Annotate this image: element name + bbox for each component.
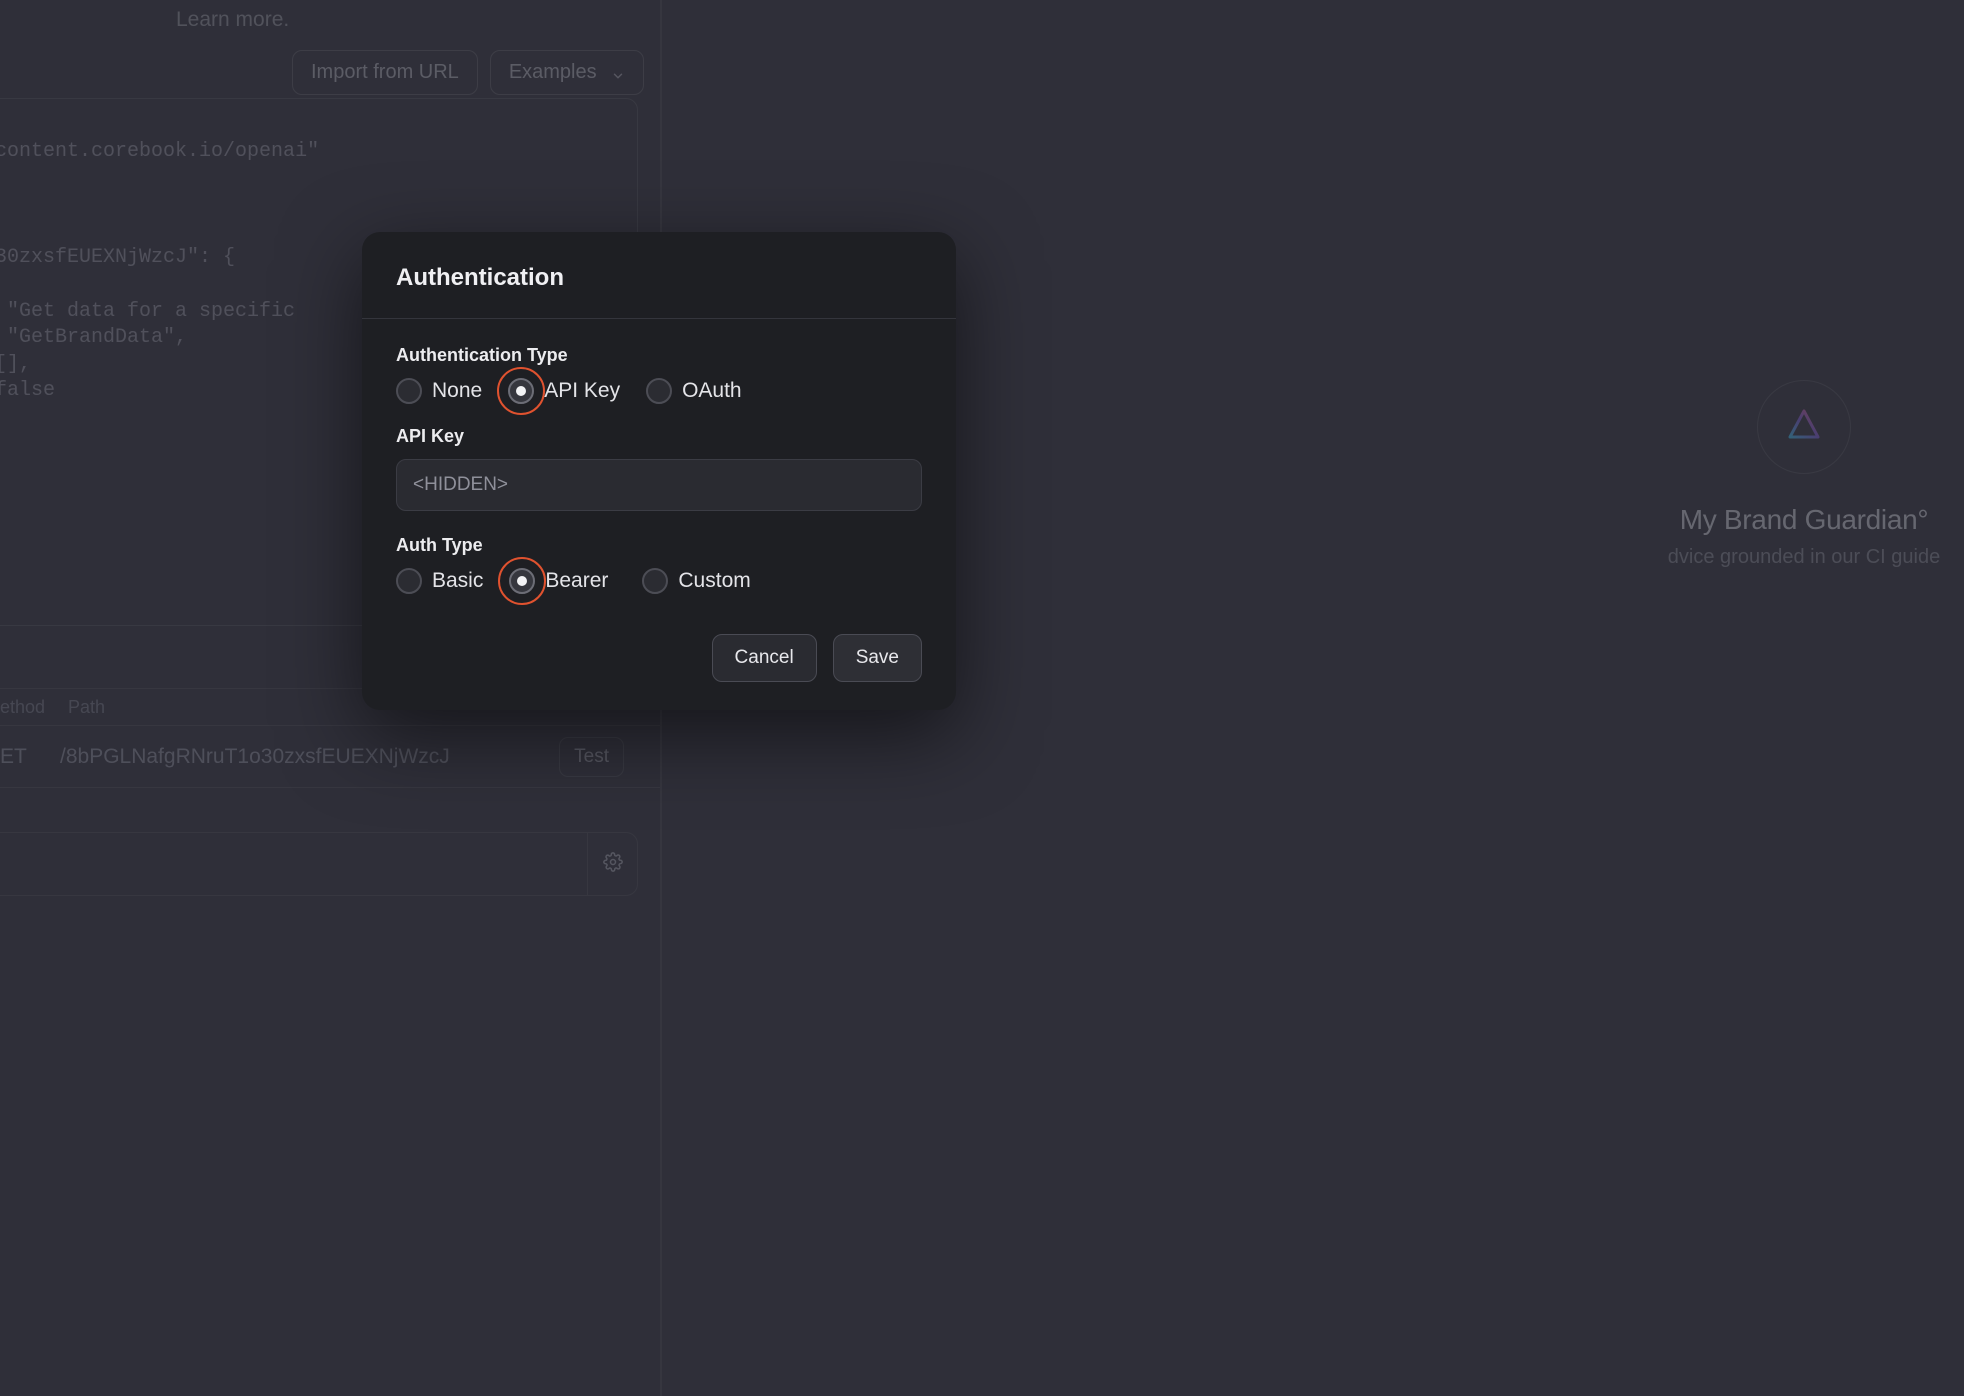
col-path: Path bbox=[60, 697, 105, 718]
lower-input-box[interactable] bbox=[0, 832, 638, 896]
api-key-input[interactable] bbox=[396, 459, 922, 511]
table-row: ET /8bPGLNafgRNruT1o30zxsfEUEXNjWzcJ Tes… bbox=[0, 726, 660, 788]
brand-subtitle: dvice grounded in our CI guide bbox=[1668, 546, 1940, 569]
save-button[interactable]: Save bbox=[833, 634, 922, 682]
settings-button[interactable] bbox=[587, 833, 637, 895]
authentication-type-group: None API Key OAuth bbox=[396, 378, 922, 404]
cancel-button[interactable]: Cancel bbox=[712, 634, 817, 682]
radio-none-label: None bbox=[432, 379, 482, 403]
modal-header: Authentication bbox=[362, 232, 956, 319]
brand-title: My Brand Guardian° bbox=[1680, 504, 1929, 536]
triangle-icon bbox=[1784, 405, 1824, 450]
radio-custom[interactable]: Custom bbox=[642, 568, 750, 594]
col-method: ethod bbox=[0, 697, 60, 718]
modal-footer: Cancel Save bbox=[362, 616, 956, 710]
radio-oauth-label: OAuth bbox=[682, 379, 742, 403]
modal-body: Authentication Type None API Key OAuth A… bbox=[362, 319, 956, 594]
auth-subtype-label: Auth Type bbox=[396, 535, 922, 556]
radio-custom-label: Custom bbox=[678, 569, 750, 593]
learn-more-link[interactable]: Learn more. bbox=[176, 8, 289, 32]
chevron-down-icon bbox=[611, 66, 625, 80]
radio-api-key[interactable]: API Key bbox=[508, 378, 620, 404]
import-from-url-label: Import from URL bbox=[311, 61, 459, 84]
brand-logo bbox=[1757, 380, 1851, 474]
authentication-modal: Authentication Authentication Type None … bbox=[362, 232, 956, 710]
radio-bearer-label: Bearer bbox=[545, 569, 608, 593]
auth-subtype-group: Basic Bearer Custom bbox=[396, 568, 922, 594]
gear-icon bbox=[603, 852, 623, 877]
top-button-row: Import from URL Examples bbox=[292, 50, 644, 95]
test-button[interactable]: Test bbox=[559, 737, 624, 777]
radio-api-key-label: API Key bbox=[544, 379, 620, 403]
radio-oauth[interactable]: OAuth bbox=[646, 378, 742, 404]
brand-preview-panel: My Brand Guardian° dvice grounded in our… bbox=[1624, 380, 1964, 569]
authentication-type-label: Authentication Type bbox=[396, 345, 922, 366]
radio-basic-label: Basic bbox=[432, 569, 483, 593]
background-page: Learn more. Import from URL Examples ttp… bbox=[0, 0, 1964, 1396]
cell-method: ET bbox=[0, 745, 60, 769]
examples-label: Examples bbox=[509, 61, 597, 84]
radio-basic[interactable]: Basic bbox=[396, 568, 483, 594]
radio-bearer[interactable]: Bearer bbox=[509, 568, 608, 594]
import-from-url-button[interactable]: Import from URL bbox=[292, 50, 478, 95]
cell-path: /8bPGLNafgRNruT1o30zxsfEUEXNjWzcJ bbox=[60, 745, 559, 769]
modal-title: Authentication bbox=[396, 264, 922, 292]
examples-dropdown[interactable]: Examples bbox=[490, 50, 644, 95]
radio-none[interactable]: None bbox=[396, 378, 482, 404]
api-key-label: API Key bbox=[396, 426, 922, 447]
